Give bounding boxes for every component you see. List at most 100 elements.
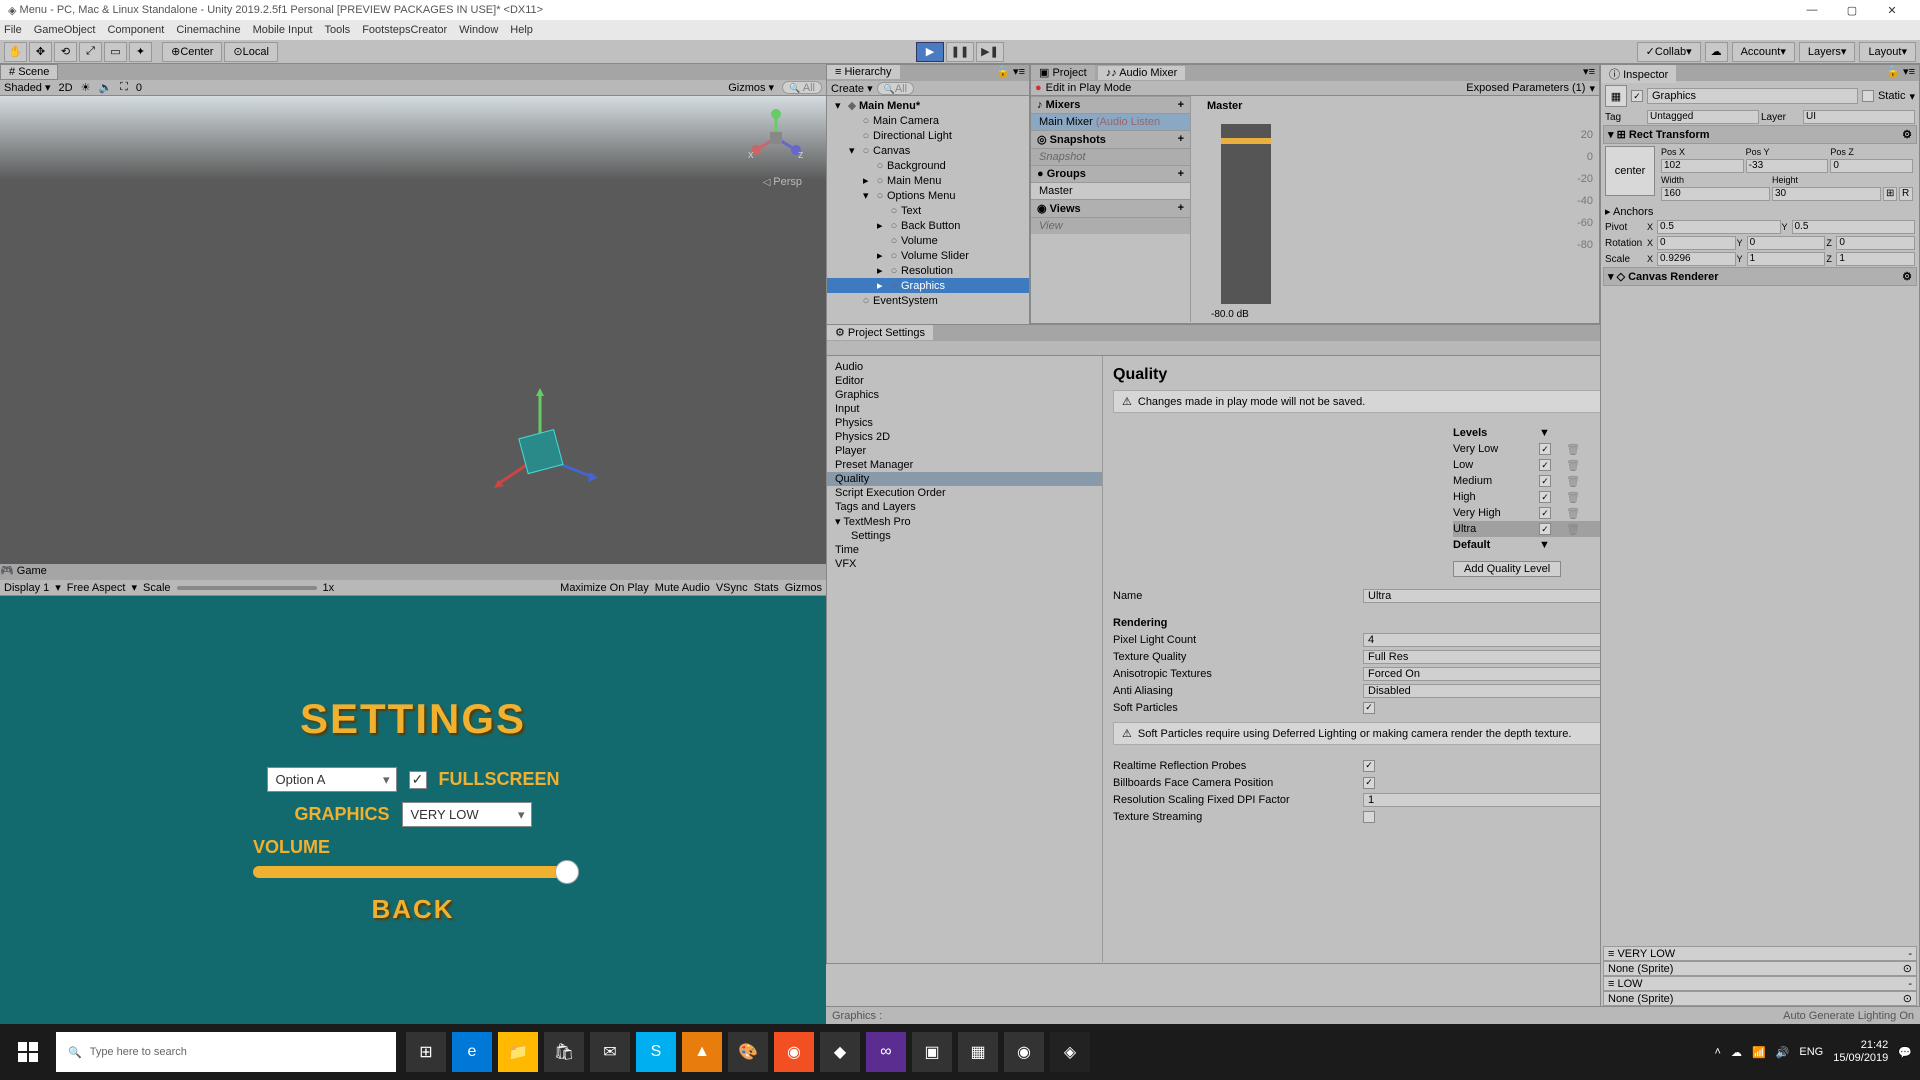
edit-playmode-toggle[interactable]: Edit in Play Mode [1046, 82, 1132, 94]
shading-dropdown[interactable]: Shaded ▾ [4, 81, 51, 94]
graphics-dropdown[interactable]: VERY LOW [402, 802, 532, 827]
chrome-icon[interactable]: ◉ [1004, 1032, 1044, 1072]
mixer-main[interactable]: Main Mixer (Audio Listen [1031, 114, 1190, 130]
scale-tool-icon[interactable]: ⤢ [79, 42, 102, 62]
hierarchy-item[interactable]: ▾◆Main Menu* [827, 98, 1029, 113]
audio-icon[interactable]: 🔊 [98, 81, 112, 94]
menu-help[interactable]: Help [510, 24, 533, 36]
settings-category[interactable]: ▾ TextMesh Pro [827, 514, 1102, 529]
task-view-icon[interactable]: ⊞ [406, 1032, 446, 1072]
gizmos-dropdown[interactable]: Gizmos ▾ [728, 81, 774, 94]
hierarchy-item[interactable]: ▾○Options Menu [827, 188, 1029, 203]
hierarchy-item[interactable]: ○Directional Light [827, 128, 1029, 143]
settings-category[interactable]: Time [827, 543, 1102, 557]
list-item-title[interactable]: ≡ VERY LOW- [1603, 946, 1917, 961]
add-group-icon[interactable]: + [1178, 168, 1184, 180]
list-item-title[interactable]: ≡ LOW- [1603, 976, 1917, 991]
settings-category[interactable]: Preset Manager [827, 458, 1102, 472]
maximize-icon[interactable]: ▢ [1832, 4, 1872, 17]
explorer-icon[interactable]: 📁 [498, 1032, 538, 1072]
posz-field[interactable]: 0 [1830, 159, 1913, 173]
maximize-toggle[interactable]: Maximize On Play [560, 582, 649, 594]
projection-label[interactable]: ◁ Persp [763, 176, 802, 188]
tray-chevron-icon[interactable]: ˄ [1715, 1046, 1721, 1058]
raw-edit-icon[interactable]: R [1899, 187, 1913, 201]
start-button[interactable] [0, 1024, 56, 1080]
layout-dropdown[interactable]: Layout ▾ [1859, 42, 1916, 62]
tab-project[interactable]: ▣ Project [1031, 65, 1095, 80]
sprite-field[interactable]: None (Sprite)⊙ [1603, 961, 1917, 976]
settings-category[interactable]: Audio [827, 360, 1102, 374]
panel-lock-icon[interactable]: 🔒 ▾≡ [992, 65, 1029, 78]
close-icon[interactable]: ✕ [1872, 4, 1912, 17]
rect-transform-header[interactable]: ▾ ⊞ Rect Transform⚙ [1603, 125, 1917, 144]
orientation-gizmo[interactable]: x z [746, 108, 806, 168]
settings-category[interactable]: Script Execution Order [827, 486, 1102, 500]
scene-search[interactable]: 🔍 All [782, 81, 822, 94]
hierarchy-item[interactable]: ▸○Resolution [827, 263, 1029, 278]
fullscreen-checkbox[interactable]: ✓ [409, 771, 427, 789]
skype-icon[interactable]: S [636, 1032, 676, 1072]
hierarchy-search[interactable]: 🔍All [877, 82, 914, 95]
app4-icon[interactable]: ▦ [958, 1032, 998, 1072]
display-dropdown[interactable]: Display 1 [4, 582, 49, 594]
realtime-probes-checkbox[interactable]: ✓ [1363, 760, 1375, 772]
app-icon[interactable]: 🎨 [728, 1032, 768, 1072]
pivot-center-toggle[interactable]: ⊕ Center [162, 42, 222, 62]
sprite-field[interactable]: None (Sprite)⊙ [1603, 991, 1917, 1006]
rot-z[interactable]: 0 [1836, 236, 1915, 250]
menu-component[interactable]: Component [107, 24, 164, 36]
hierarchy-item[interactable]: ○EventSystem [827, 293, 1029, 308]
volume-slider-thumb[interactable] [555, 860, 579, 884]
hierarchy-item[interactable]: ▾○Canvas [827, 143, 1029, 158]
menu-cinemachine[interactable]: Cinemachine [176, 24, 240, 36]
tab-projectsettings[interactable]: ⚙ Project Settings [827, 325, 933, 340]
language-indicator[interactable]: ENG [1799, 1046, 1823, 1058]
app3-icon[interactable]: ◆ [820, 1032, 860, 1072]
fader-thumb[interactable] [1221, 138, 1271, 144]
back-button[interactable]: BACK [213, 894, 613, 925]
rotate-tool-icon[interactable]: ⟲ [54, 42, 77, 62]
collab-dropdown[interactable]: ✓ Collab ▾ [1637, 42, 1701, 62]
rect-tool-icon[interactable]: ▭ [104, 42, 127, 62]
create-dropdown[interactable]: Create ▾ [831, 82, 873, 95]
pivot-local-toggle[interactable]: ⊙ Local [224, 42, 278, 62]
move-tool-icon[interactable]: ✥ [29, 42, 52, 62]
group-master[interactable]: Master [1031, 183, 1190, 199]
menu-file[interactable]: File [4, 24, 22, 36]
pivot-x[interactable]: 0.5 [1657, 220, 1781, 234]
notifications-icon[interactable]: 💬 [1898, 1046, 1912, 1059]
rot-y[interactable]: 0 [1747, 236, 1826, 250]
add-mixer-icon[interactable]: + [1178, 99, 1184, 111]
transform-tool-icon[interactable]: ✦ [129, 42, 152, 62]
visualstudio-icon[interactable]: ∞ [866, 1032, 906, 1072]
anchors-foldout[interactable]: ▸ Anchors [1605, 205, 1653, 218]
tab-scene[interactable]: # Scene [0, 64, 58, 80]
menu-tools[interactable]: Tools [325, 24, 351, 36]
unity-icon[interactable]: ◈ [1050, 1032, 1090, 1072]
tab-audiomixer[interactable]: ♪♪ Audio Mixer [1098, 66, 1186, 80]
static-checkbox[interactable] [1862, 90, 1874, 102]
scale-z[interactable]: 1 [1836, 252, 1915, 266]
height-field[interactable]: 30 [1772, 187, 1881, 201]
network-icon[interactable]: 📶 [1752, 1046, 1766, 1059]
blueprint-icon[interactable]: ⊞ [1883, 187, 1897, 201]
selected-gameobject[interactable] [490, 386, 610, 506]
settings-category[interactable]: Player [827, 444, 1102, 458]
soft-particles-checkbox[interactable]: ✓ [1363, 702, 1375, 714]
store-icon[interactable]: 🛍 [544, 1032, 584, 1072]
pivot-y[interactable]: 0.5 [1792, 220, 1916, 234]
onedrive-icon[interactable]: ☁ [1731, 1046, 1742, 1059]
texture-streaming-checkbox[interactable] [1363, 811, 1375, 823]
minimize-icon[interactable]: — [1792, 4, 1832, 16]
mode-2d-toggle[interactable]: 2D [59, 82, 73, 94]
settings-category[interactable]: Quality [827, 472, 1102, 486]
menu-gameobject[interactable]: GameObject [34, 24, 96, 36]
scale-y[interactable]: 1 [1747, 252, 1826, 266]
settings-category[interactable]: Editor [827, 374, 1102, 388]
hierarchy-item[interactable]: ▸○Volume Slider [827, 248, 1029, 263]
pause-button[interactable]: ❚❚ [946, 42, 974, 62]
gameobject-active-checkbox[interactable]: ✓ [1631, 90, 1643, 102]
tag-dropdown[interactable]: Untagged [1647, 110, 1759, 124]
hierarchy-item[interactable]: ○Text [827, 203, 1029, 218]
